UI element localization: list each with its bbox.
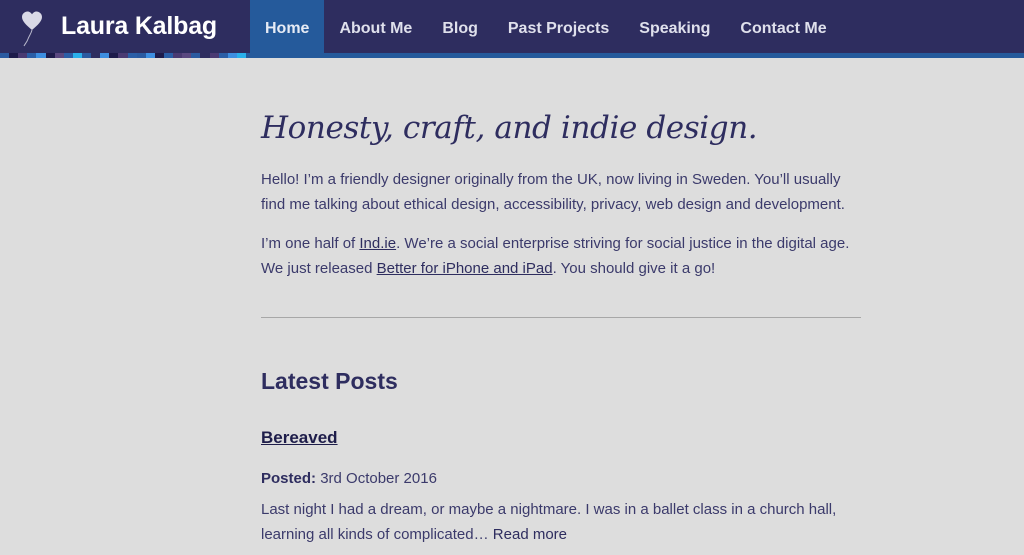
page-tagline: Honesty, craft, and indie design. (261, 110, 758, 146)
intro-paragraph: Hello! I’m a friendly designer originall… (261, 171, 845, 213)
main-content: Honesty, craft, and indie design. Hello!… (261, 58, 861, 547)
posted-label: Posted: (261, 470, 317, 487)
indie-paragraph: I’m one half of Ind.ie. We’re a social e… (261, 232, 861, 281)
site-title-link[interactable]: Laura Kalbag (61, 12, 217, 41)
latest-posts-heading: Latest Posts (261, 368, 398, 394)
nav-home[interactable]: Home (250, 0, 325, 53)
post-item: Bereaved Posted: 3rd October 2016 Last n… (261, 396, 861, 547)
indie-link[interactable]: Ind.ie (359, 235, 396, 252)
nav-contact-me[interactable]: Contact Me (725, 0, 841, 53)
post-excerpt: Last night I had a dream, or maybe a nig… (261, 498, 861, 547)
main-nav: Home About Me Blog Past Projects Speakin… (250, 0, 842, 53)
indie-text-1: I’m one half of (261, 235, 360, 252)
read-more-link[interactable]: Read more (493, 526, 567, 543)
site-header: Laura Kalbag Home About Me Blog Past Pro… (0, 0, 1024, 58)
better-app-link[interactable]: Better for iPhone and iPad (377, 260, 553, 277)
decorative-color-stripe (0, 53, 246, 58)
nav-speaking[interactable]: Speaking (624, 0, 725, 53)
nav-about-me[interactable]: About Me (324, 0, 427, 53)
post-title-link[interactable]: Bereaved (261, 428, 338, 448)
indie-text-3: . You should give it a go! (552, 259, 716, 277)
section-divider (261, 317, 861, 318)
nav-blog[interactable]: Blog (427, 0, 493, 53)
heart-balloon-icon[interactable] (16, 8, 48, 48)
nav-past-projects[interactable]: Past Projects (493, 0, 624, 53)
post-meta: Posted: 3rd October 2016 (261, 470, 861, 487)
post-date: 3rd October 2016 (320, 470, 437, 487)
